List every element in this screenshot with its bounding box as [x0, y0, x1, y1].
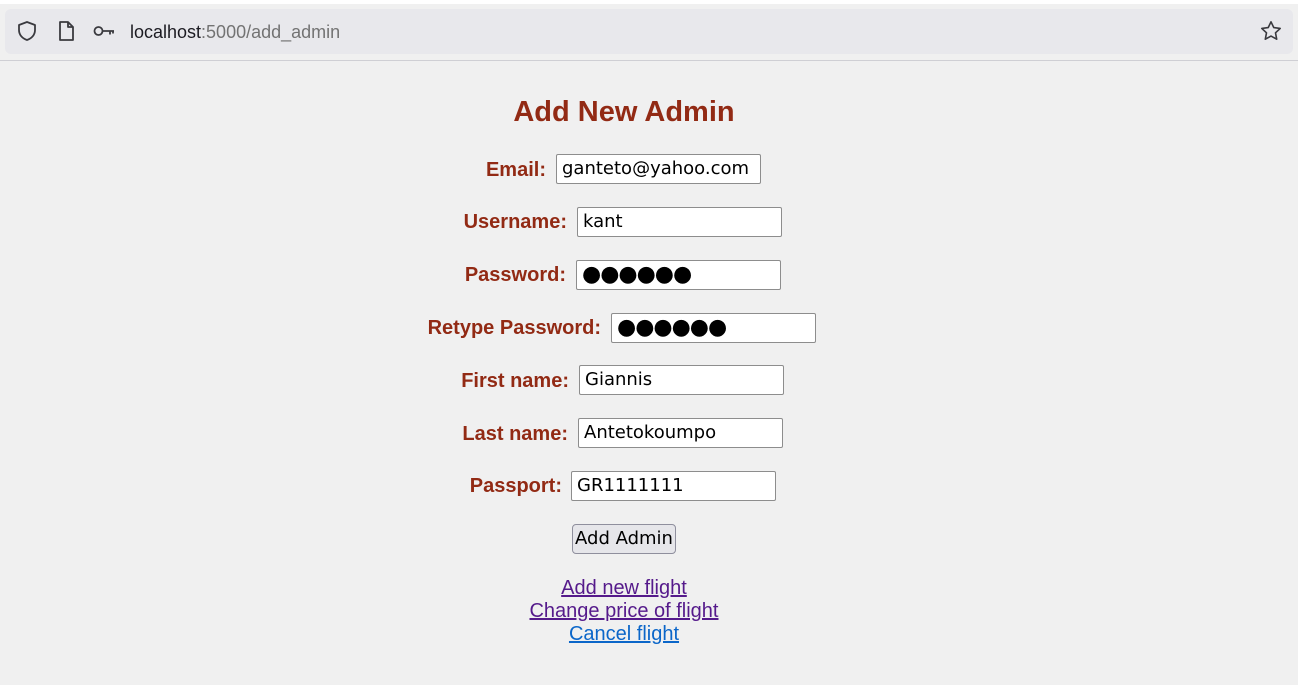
add-admin-button[interactable]: Add Admin [572, 524, 676, 554]
change-price-link[interactable]: Change price of flight [0, 600, 1248, 623]
add-new-flight-link[interactable]: Add new flight [0, 577, 1248, 600]
email-field[interactable]: ganteto@yahoo.com [556, 154, 761, 184]
last-name-label: Last name: [462, 423, 568, 445]
password-field[interactable]: ●●●●●● [576, 260, 781, 290]
shield-icon[interactable] [15, 19, 39, 43]
passport-field[interactable]: GR1111111 [571, 471, 776, 501]
key-icon[interactable] [92, 19, 116, 43]
passport-label: Passport: [469, 475, 562, 497]
username-field[interactable]: kant [577, 207, 782, 237]
first-name-field[interactable]: Giannis [579, 365, 784, 395]
username-label: Username: [463, 211, 567, 233]
email-label: Email: [485, 159, 546, 181]
password-label: Password: [464, 264, 566, 286]
cancel-flight-link[interactable]: Cancel flight [0, 623, 1248, 646]
url-host: localhost [130, 22, 202, 42]
url-path: :5000/add_admin [201, 22, 341, 42]
star-icon[interactable] [1259, 19, 1283, 43]
page-title: Add New Admin [513, 96, 735, 128]
toolbar-divider [0, 60, 1298, 61]
last-name-field[interactable]: Antetokoumpo [578, 418, 783, 448]
retype-password-field[interactable]: ●●●●●● [611, 313, 816, 343]
url-text[interactable]: localhost:5000/add_admin [130, 21, 340, 43]
first-name-label: First name: [461, 370, 569, 392]
page-icon[interactable] [54, 19, 78, 43]
retype-password-label: Retype Password: [427, 317, 601, 339]
browser-top-strip [0, 0, 1298, 4]
